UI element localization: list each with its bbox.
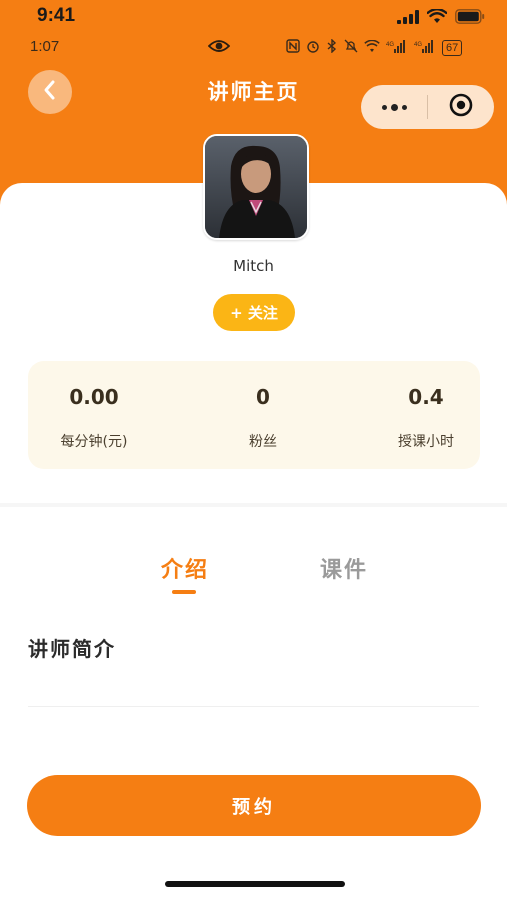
wifi-small-icon bbox=[364, 39, 380, 56]
battery-icon bbox=[455, 9, 485, 28]
stat-label: 授课小时 bbox=[398, 434, 454, 450]
user-name: Mitch bbox=[233, 257, 274, 275]
intro-heading: 讲师简介 bbox=[28, 637, 116, 661]
stat-label: 每分钟(元) bbox=[60, 434, 128, 450]
avatar bbox=[203, 134, 309, 240]
eye-icon bbox=[207, 38, 231, 58]
book-button[interactable]: 预约 bbox=[27, 775, 481, 836]
avatar-photo bbox=[205, 136, 307, 238]
more-button[interactable] bbox=[361, 85, 427, 129]
status-icons bbox=[397, 7, 485, 28]
stat-value: 0 bbox=[256, 385, 270, 409]
section-divider bbox=[0, 503, 507, 507]
intro-divider bbox=[28, 706, 479, 707]
mini-program-capsule bbox=[361, 85, 494, 129]
system-icons: 4G 4G 67 bbox=[286, 38, 463, 56]
stat-followers: 0 粉丝 bbox=[200, 361, 326, 469]
system-time: 1:07 bbox=[30, 38, 60, 55]
svg-text:4G: 4G bbox=[386, 42, 394, 48]
system-bar: 1:07 4G 4G 67 bbox=[0, 36, 507, 60]
tab-intro[interactable]: 介绍 bbox=[161, 552, 209, 584]
wifi-icon bbox=[426, 7, 448, 28]
tab-active-indicator bbox=[172, 590, 196, 594]
stat-value: 0.4 bbox=[408, 385, 444, 409]
status-time: 9:41 bbox=[37, 5, 76, 26]
stat-price-per-minute: 0.00 每分钟(元) bbox=[28, 361, 160, 469]
home-indicator bbox=[165, 881, 345, 887]
signal-icon bbox=[397, 9, 419, 28]
signal-4g-icon-2: 4G bbox=[414, 39, 436, 56]
close-button[interactable] bbox=[428, 85, 494, 129]
mute-icon bbox=[344, 39, 358, 56]
stat-label: 粉丝 bbox=[249, 434, 277, 450]
tab-courseware[interactable]: 课件 bbox=[320, 552, 368, 584]
follow-button[interactable]: + 关注 bbox=[213, 294, 295, 331]
more-dots-icon bbox=[381, 104, 387, 110]
nfc-icon bbox=[286, 39, 300, 56]
stats-panel: 0.00 每分钟(元) 0 粉丝 0.4 授课小时 bbox=[28, 361, 480, 469]
system-battery: 67 bbox=[442, 39, 463, 56]
signal-4g-icon: 4G bbox=[386, 39, 408, 56]
alarm-icon bbox=[306, 39, 320, 56]
stat-value: 0.00 bbox=[69, 385, 119, 409]
target-close-icon bbox=[448, 92, 474, 122]
stat-teaching-hours: 0.4 授课小时 bbox=[372, 361, 480, 469]
bluetooth-icon bbox=[326, 38, 338, 56]
svg-text:4G: 4G bbox=[414, 42, 422, 48]
